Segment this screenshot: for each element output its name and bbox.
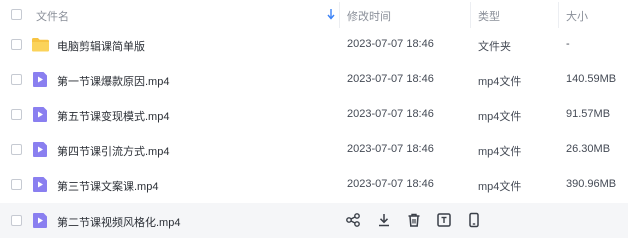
row-checkbox[interactable] (11, 109, 22, 120)
modified-time: 2023-07-07 18:46 (347, 143, 434, 155)
row-checkbox[interactable] (11, 39, 22, 50)
folder-icon (32, 38, 49, 52)
file-size: 91.57MB (566, 108, 611, 120)
video-file-icon (33, 177, 47, 192)
file-size: 140.59MB (566, 73, 617, 85)
file-size: - (566, 38, 570, 50)
file-type: mp4文件 (478, 76, 522, 88)
file-name[interactable]: 电脑剪辑课简单版 (57, 38, 145, 54)
row-checkbox[interactable] (11, 144, 22, 155)
video-file-icon (33, 107, 47, 122)
select-all-checkbox[interactable] (11, 9, 22, 20)
modified-time: 2023-07-07 18:46 (347, 38, 434, 50)
row-checkbox[interactable] (11, 179, 22, 190)
text-icon[interactable] (435, 211, 453, 229)
sort-descending-icon[interactable] (326, 7, 336, 21)
file-name[interactable]: 第一节课爆款原因.mp4 (57, 73, 169, 89)
file-size: 390.96MB (566, 178, 617, 190)
file-size: 26.30MB (566, 143, 611, 155)
file-name[interactable]: 第三节课文案课.mp4 (57, 178, 158, 194)
modified-time: 2023-07-07 18:46 (347, 178, 434, 190)
file-type: mp4文件 (478, 181, 522, 193)
modified-time: 2023-07-07 18:46 (347, 73, 434, 85)
column-header-name[interactable]: 文件名 (36, 8, 69, 24)
list-item[interactable]: 第三节课文案课.mp4 2023-07-07 18:46 mp4文件 390.9… (0, 167, 628, 202)
column-divider[interactable] (558, 2, 559, 28)
row-checkbox[interactable] (11, 74, 22, 85)
share-icon[interactable] (344, 211, 362, 229)
file-type: mp4文件 (478, 111, 522, 123)
column-divider[interactable] (470, 2, 471, 28)
video-file-icon (33, 213, 47, 228)
file-name[interactable]: 第二节课视频风格化.mp4 (57, 214, 180, 230)
column-header-mtime[interactable]: 修改时间 (347, 8, 391, 24)
list-item[interactable]: 第四节课引流方式.mp4 2023-07-07 18:46 mp4文件 26.3… (0, 132, 628, 167)
list-item[interactable]: 第五节课变现模式.mp4 2023-07-07 18:46 mp4文件 91.5… (0, 97, 628, 132)
row-checkbox[interactable] (11, 215, 22, 226)
mobile-icon[interactable] (465, 211, 483, 229)
column-header-type[interactable]: 类型 (478, 8, 500, 24)
download-icon[interactable] (375, 211, 393, 229)
list-item[interactable]: 第一节课爆款原因.mp4 2023-07-07 18:46 mp4文件 140.… (0, 62, 628, 97)
video-file-icon (33, 72, 47, 87)
delete-icon[interactable] (405, 211, 423, 229)
file-type: 文件夹 (478, 41, 511, 53)
video-file-icon (33, 142, 47, 157)
column-header-size[interactable]: 大小 (566, 8, 588, 24)
modified-time: 2023-07-07 18:46 (347, 108, 434, 120)
list-item[interactable]: 电脑剪辑课简单版 2023-07-07 18:46 文件夹 - (0, 27, 628, 62)
file-name[interactable]: 第五节课变现模式.mp4 (57, 108, 169, 124)
file-list-header: 文件名 修改时间 类型 大小 (0, 0, 628, 30)
file-name[interactable]: 第四节课引流方式.mp4 (57, 143, 169, 159)
column-divider[interactable] (339, 2, 340, 28)
list-item[interactable]: 第二节课视频风格化.mp4 (0, 203, 628, 238)
file-type: mp4文件 (478, 146, 522, 158)
